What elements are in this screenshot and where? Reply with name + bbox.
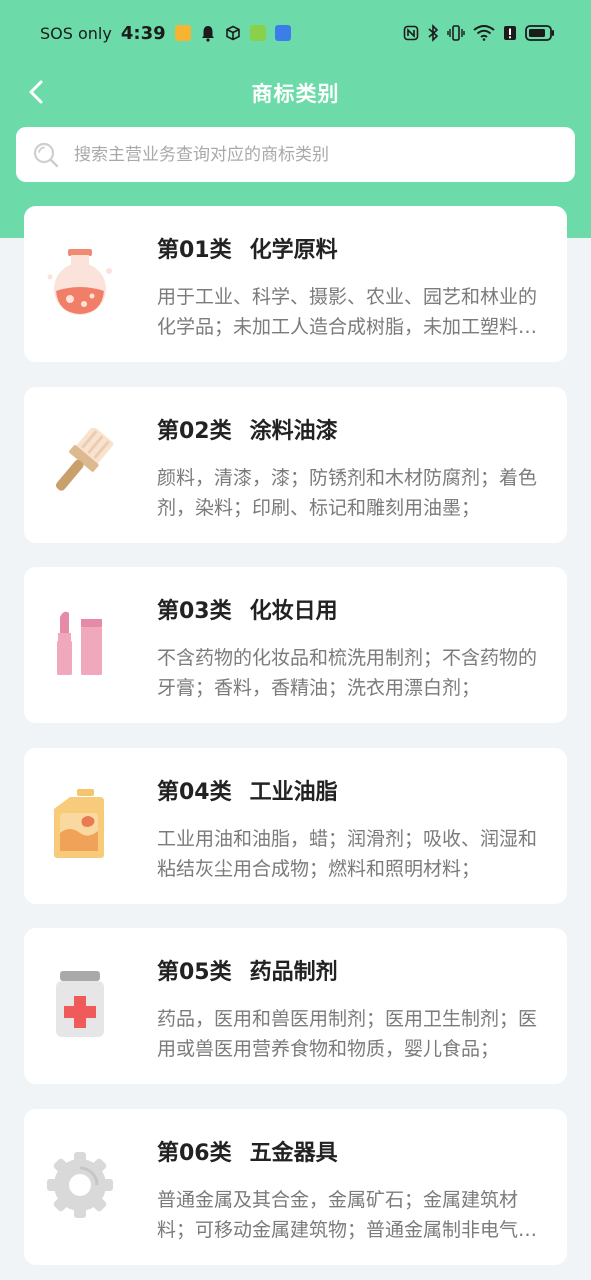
bird-app-icon xyxy=(274,25,291,41)
category-card[interactable]: 第02类 涂料油漆 颜料，清漆，漆；防锈剂和木材防腐剂；着色剂，染料；印刷、标记和… xyxy=(24,386,567,543)
category-name: 工业油脂 xyxy=(249,779,338,805)
category-code: 第06类 xyxy=(157,1140,232,1166)
category-name: 药品制剂 xyxy=(249,960,338,986)
category-code: 第04类 xyxy=(157,779,232,805)
cube-icon xyxy=(225,25,241,41)
category-list: 第01类 化学原料 用于工业、科学、摄影、农业、园艺和林业的化学品；未加工人造合成… xyxy=(24,206,567,1280)
wifi-icon xyxy=(473,25,495,41)
chat-app-icon xyxy=(249,25,266,41)
category-name: 化妆日用 xyxy=(249,599,338,625)
category-card[interactable]: 第06类 五金器具 普通金属及其合金，金属矿石；金属建筑材料；可移动金属建筑物；普… xyxy=(24,1108,567,1265)
back-button[interactable] xyxy=(18,74,54,110)
category-title: 第01类 化学原料 xyxy=(157,232,338,264)
category-description: 用于工业、科学、摄影、农业、园艺和林业的化学品；未加工人造合成树脂，未加工塑料物… xyxy=(157,286,538,338)
page-title: 商标类别 xyxy=(251,82,340,106)
category-title: 第05类 药品制剂 xyxy=(157,954,338,986)
search-icon xyxy=(32,141,60,169)
battery-icon xyxy=(525,25,555,41)
category-code: 第05类 xyxy=(157,960,232,986)
status-bar: SOS only 4:39 xyxy=(0,0,591,66)
chevron-left-icon xyxy=(29,80,43,104)
search-input[interactable] xyxy=(74,144,575,165)
gear-icon xyxy=(44,1149,116,1221)
category-code: 第01类 xyxy=(157,238,232,263)
navigation-bar: 商标类别 xyxy=(0,66,591,120)
category-code: 第02类 xyxy=(157,418,232,444)
category-name: 涂料油漆 xyxy=(249,418,338,444)
data-alert-icon xyxy=(503,25,517,41)
category-name: 五金器具 xyxy=(249,1140,338,1166)
category-code: 第03类 xyxy=(157,599,232,625)
category-description: 工业用油和油脂，蜡；润滑剂；吸收、润湿和粘结灰尘用合成物；燃料和照明材料； xyxy=(157,827,538,880)
medicine-jar-icon xyxy=(44,968,116,1040)
bell-icon xyxy=(200,25,216,42)
category-card[interactable]: 第01类 化学原料 用于工业、科学、摄影、农业、园艺和林业的化学品；未加工人造合成… xyxy=(24,206,567,362)
category-title: 第02类 涂料油漆 xyxy=(157,413,338,445)
flask-icon xyxy=(44,246,116,318)
bluetooth-icon xyxy=(427,24,439,42)
category-description: 颜料，清漆，漆；防锈剂和木材防腐剂；着色剂，染料；印刷、标记和雕刻用油墨； xyxy=(157,466,538,519)
category-card[interactable]: 第05类 药品制剂 药品，医用和兽医用制剂；医用卫生制剂；医用或兽医用营养食物和物… xyxy=(24,928,567,1085)
category-card[interactable]: 第03类 化妆日用 不含药物的化妆品和梳洗用制剂；不含药物的牙膏；香料，香精油；洗… xyxy=(24,567,567,724)
category-name: 化学原料 xyxy=(249,238,338,263)
category-card[interactable]: 第04类 工业油脂 工业用油和油脂，蜡；润滑剂；吸收、润湿和粘结灰尘用合成物；燃料… xyxy=(24,747,567,904)
category-description: 药品，医用和兽医用制剂；医用卫生制剂；医用或兽医用营养食物和物质，婴儿食品； xyxy=(157,1008,538,1061)
category-title: 第06类 五金器具 xyxy=(157,1135,338,1167)
oil-can-icon xyxy=(44,788,116,860)
vibrate-icon xyxy=(447,25,465,41)
category-description: 普通金属及其合金，金属矿石；金属建筑材料；可移动金属建筑物；普通金属制非电气用缆… xyxy=(157,1188,538,1241)
lipstick-icon xyxy=(44,607,116,679)
paintbrush-icon xyxy=(44,427,116,499)
category-title: 第04类 工业油脂 xyxy=(157,774,338,806)
nfc-icon xyxy=(403,25,419,41)
search-bar[interactable] xyxy=(16,127,575,182)
notes-app-icon xyxy=(174,25,191,41)
clock-time: 4:39 xyxy=(120,22,166,44)
category-description: 不含药物的化妆品和梳洗用制剂；不含药物的牙膏；香料，香精油；洗衣用漂白剂； xyxy=(157,647,538,700)
carrier-text: SOS only xyxy=(40,23,112,43)
category-title: 第03类 化妆日用 xyxy=(157,593,338,625)
